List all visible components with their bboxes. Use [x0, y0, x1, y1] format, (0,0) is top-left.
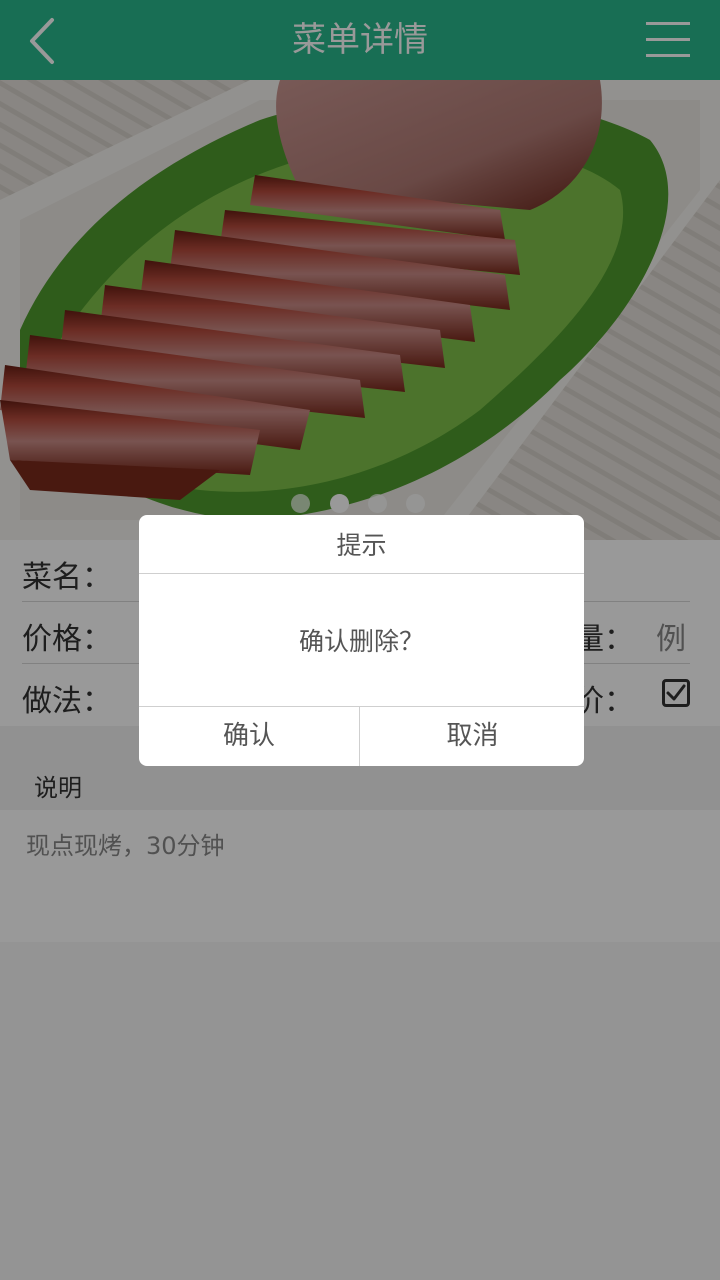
dialog-buttons: 确认 取消 [139, 706, 584, 766]
cancel-button[interactable]: 取消 [361, 707, 584, 766]
dialog-message: 确认删除？ [298, 627, 424, 656]
confirm-button[interactable]: 确认 [139, 707, 360, 766]
dialog-title: 提示 [139, 515, 584, 574]
confirm-dialog: 提示 确认删除？ 确认 取消 [139, 515, 584, 766]
